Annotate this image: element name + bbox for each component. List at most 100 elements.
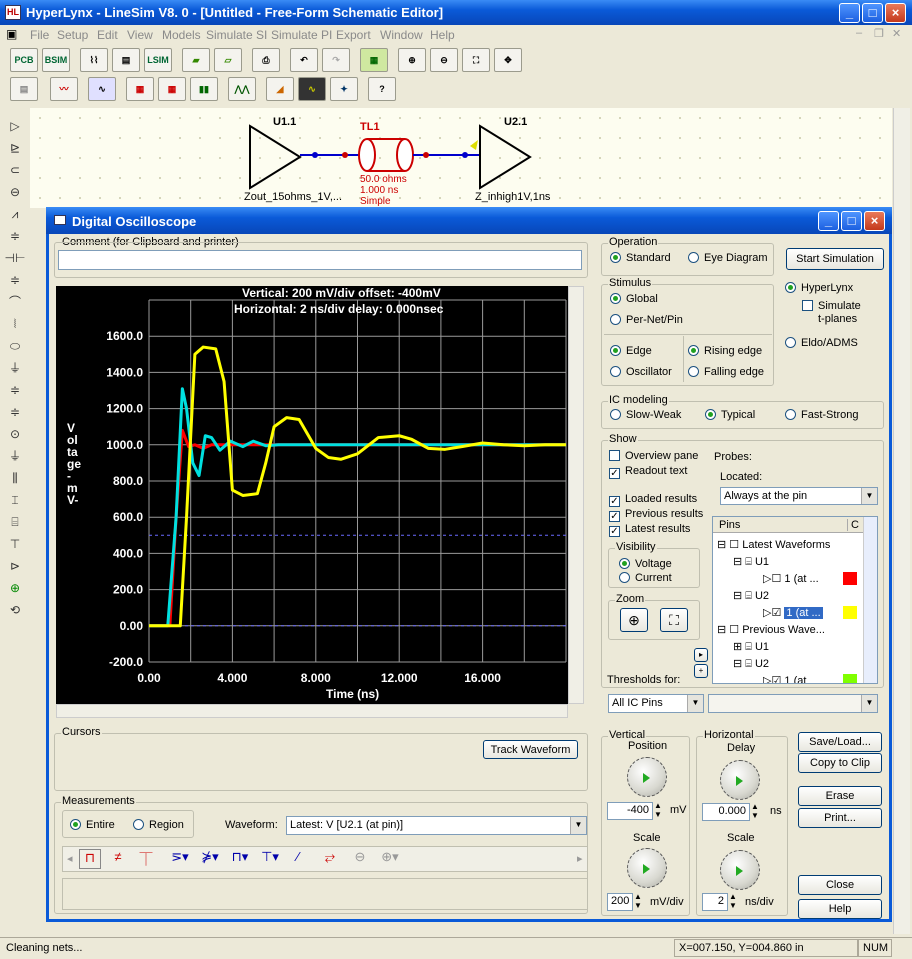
vertical-scale-input[interactable]: 200 (607, 893, 633, 911)
resistor-pulldown-icon[interactable]: ≑ (4, 226, 26, 246)
ac-analysis-icon[interactable]: ▦ (158, 77, 186, 101)
meas-scroll-right-icon[interactable]: ▸ (577, 852, 583, 865)
u2-label[interactable]: U2.1 (504, 116, 527, 128)
current-radio[interactable]: Current (619, 572, 672, 584)
swatch-yellow[interactable] (843, 606, 857, 619)
comment-input[interactable] (58, 250, 582, 270)
undo-icon[interactable]: ↶ (290, 48, 318, 72)
menu-export[interactable]: Export (336, 28, 371, 42)
erase-button[interactable]: Erase (798, 786, 882, 806)
loaded-results-checkbox[interactable]: ✓ Loaded results (609, 493, 697, 507)
start-simulation-button[interactable]: Start Simulation (786, 248, 884, 270)
horizontal-delay-knob[interactable] (720, 760, 760, 800)
thresholds-dropdown[interactable]: All IC Pins ▼ (608, 694, 704, 713)
eye-diagram-icon[interactable]: ∿ (298, 77, 326, 101)
meas-rise-icon[interactable]: ≠ (107, 849, 129, 869)
typical-radio[interactable]: Typical (705, 409, 755, 421)
meas-slew-icon[interactable]: ⁄ (287, 849, 309, 869)
tree-latest-u2-pin[interactable]: ▷☑ 1 (at ... (763, 606, 823, 619)
help-icon[interactable]: ? (368, 77, 396, 101)
print-icon[interactable]: ⎙ (252, 48, 280, 72)
track-waveform-button[interactable]: Track Waveform (483, 740, 578, 759)
switch-icon[interactable]: ⊤ (4, 534, 26, 554)
inductor-icon[interactable]: ⌒ (4, 292, 26, 312)
thresholds-pin-dropdown[interactable]: ▼ (708, 694, 878, 713)
overview-pane-checkbox[interactable]: Overview pane (609, 450, 698, 462)
save-load-button[interactable]: Save/Load... (798, 732, 882, 752)
thresholds-pin-arrow-icon[interactable]: ▼ (861, 695, 877, 712)
bar-chart-icon[interactable]: ▮▮ (190, 77, 218, 101)
maximize-button[interactable]: □ (862, 3, 883, 23)
rising-edge-radio[interactable]: Rising edge (688, 345, 762, 357)
connector-icon[interactable]: ⊂ (4, 160, 26, 180)
copy-to-clip-button[interactable]: Copy to Clip (798, 753, 882, 773)
minimize-button[interactable]: _ (839, 3, 860, 23)
menu-setup[interactable]: Setup (57, 28, 88, 42)
board-icon[interactable]: ▤ (112, 48, 140, 72)
meas-undershoot-icon[interactable]: ⋡▾ (197, 849, 223, 869)
wizard-icon[interactable]: ✦ (330, 77, 358, 101)
pcb-button[interactable]: PCB (10, 48, 38, 72)
close-window-button[interactable]: × (885, 3, 906, 23)
pins-tree-scrollbar[interactable] (863, 517, 877, 683)
osc-minimize-button[interactable]: _ (818, 211, 839, 231)
u2-model-label[interactable]: Z_inhigh1V,1ns (475, 191, 550, 203)
coupled-icon[interactable]: ⌶ (4, 490, 26, 510)
emc-icon[interactable]: ◢ (266, 77, 294, 101)
waveform-dropdown[interactable]: Latest: V [U2.1 (at pin)] ▼ (286, 816, 587, 835)
falling-edge-radio[interactable]: Falling edge (688, 366, 764, 378)
spectrum-icon[interactable]: ⋀⋀ (228, 77, 256, 101)
series-term-icon[interactable]: ≑ (4, 402, 26, 422)
located-dropdown[interactable]: Always at the pin ▼ (720, 487, 878, 505)
fit-icon[interactable]: ⛶ (462, 48, 490, 72)
tree-previous-u2[interactable]: ⊟ ⌸ U2 (733, 657, 769, 671)
menu-simulate-pi[interactable]: Simulate PI (271, 28, 332, 42)
meas-overshoot-icon[interactable]: ⋝▾ (167, 849, 193, 869)
print-button[interactable]: Print... (798, 808, 882, 828)
eye-diagram-radio[interactable]: Eye Diagram (688, 252, 768, 264)
vertical-scale-knob[interactable] (627, 848, 667, 888)
resistor-icon[interactable]: ⩘ (4, 204, 26, 224)
via-icon[interactable]: ⫼ (4, 468, 26, 488)
main-vertical-scrollbar[interactable] (893, 108, 910, 934)
tree-latest-u1[interactable]: ⊟ ⌸ U1 (733, 555, 769, 569)
oscilloscope-icon[interactable]: ∿ (88, 77, 116, 101)
pins-header-label[interactable]: Pins (719, 519, 740, 531)
waveform-icon[interactable]: ⌇⌇ (80, 48, 108, 72)
vertical-position-knob[interactable] (627, 757, 667, 797)
meas-scroll-left-icon[interactable]: ◂ (67, 852, 73, 865)
previous-results-checkbox[interactable]: ✓ Previous results (609, 508, 703, 522)
tree-previous-u1[interactable]: ⊞ ⌸ U1 (733, 640, 769, 654)
readout-text-checkbox[interactable]: ✓ Readout text (609, 465, 687, 479)
simulate-tplanes-checkbox[interactable]: Simulate (802, 300, 861, 312)
menu-file[interactable]: File (30, 28, 49, 42)
source-icon[interactable]: ⊙ (4, 424, 26, 444)
mdi-close-icon[interactable]: ✕ (892, 27, 901, 40)
meas-disabled1-icon[interactable]: ⊖ (349, 849, 371, 869)
pins-tree[interactable]: Pins C ⊟ ☐ Latest Waveforms ⊟ ⌸ U1 ▷☐ 1 … (712, 516, 878, 684)
pan-icon[interactable]: ✥ (494, 48, 522, 72)
tree-latest-u2[interactable]: ⊟ ⌸ U2 (733, 589, 769, 603)
meas-pulse-icon[interactable]: ⊓▾ (227, 849, 253, 869)
swatch-green[interactable] (843, 674, 857, 683)
stackup-icon[interactable]: ▱ (214, 48, 242, 72)
osc-close-button[interactable]: × (864, 211, 885, 231)
u1-label[interactable]: U1.1 (273, 116, 296, 128)
crosstalk-icon[interactable]: ▦ (126, 77, 154, 101)
meas-disabled2-icon[interactable]: ⊕▾ (375, 849, 405, 869)
waveform-dropdown-arrow-icon[interactable]: ▼ (570, 817, 586, 834)
swatch-red[interactable] (843, 572, 857, 585)
grid-icon[interactable]: ▦ (360, 48, 388, 72)
capacitor-icon[interactable]: ⊣⊢ (4, 248, 26, 268)
package-icon[interactable]: ⌸ (4, 512, 26, 532)
slow-weak-radio[interactable]: Slow-Weak (610, 409, 681, 421)
located-dropdown-arrow-icon[interactable]: ▼ (861, 488, 877, 504)
notes-icon[interactable]: ▤ (10, 77, 38, 101)
standard-radio[interactable]: Standard (610, 252, 671, 264)
pins-color-header-label[interactable]: C (847, 519, 859, 531)
vertical-position-input[interactable]: -400 (607, 802, 653, 820)
horizontal-scale-spinner-icon[interactable]: ▲ ▼ (729, 892, 737, 910)
driver-icon[interactable]: ⊵ (4, 138, 26, 158)
vertical-position-spinner-icon[interactable]: ▲ ▼ (654, 801, 662, 819)
ground2-icon[interactable]: ⏚ (4, 446, 26, 466)
